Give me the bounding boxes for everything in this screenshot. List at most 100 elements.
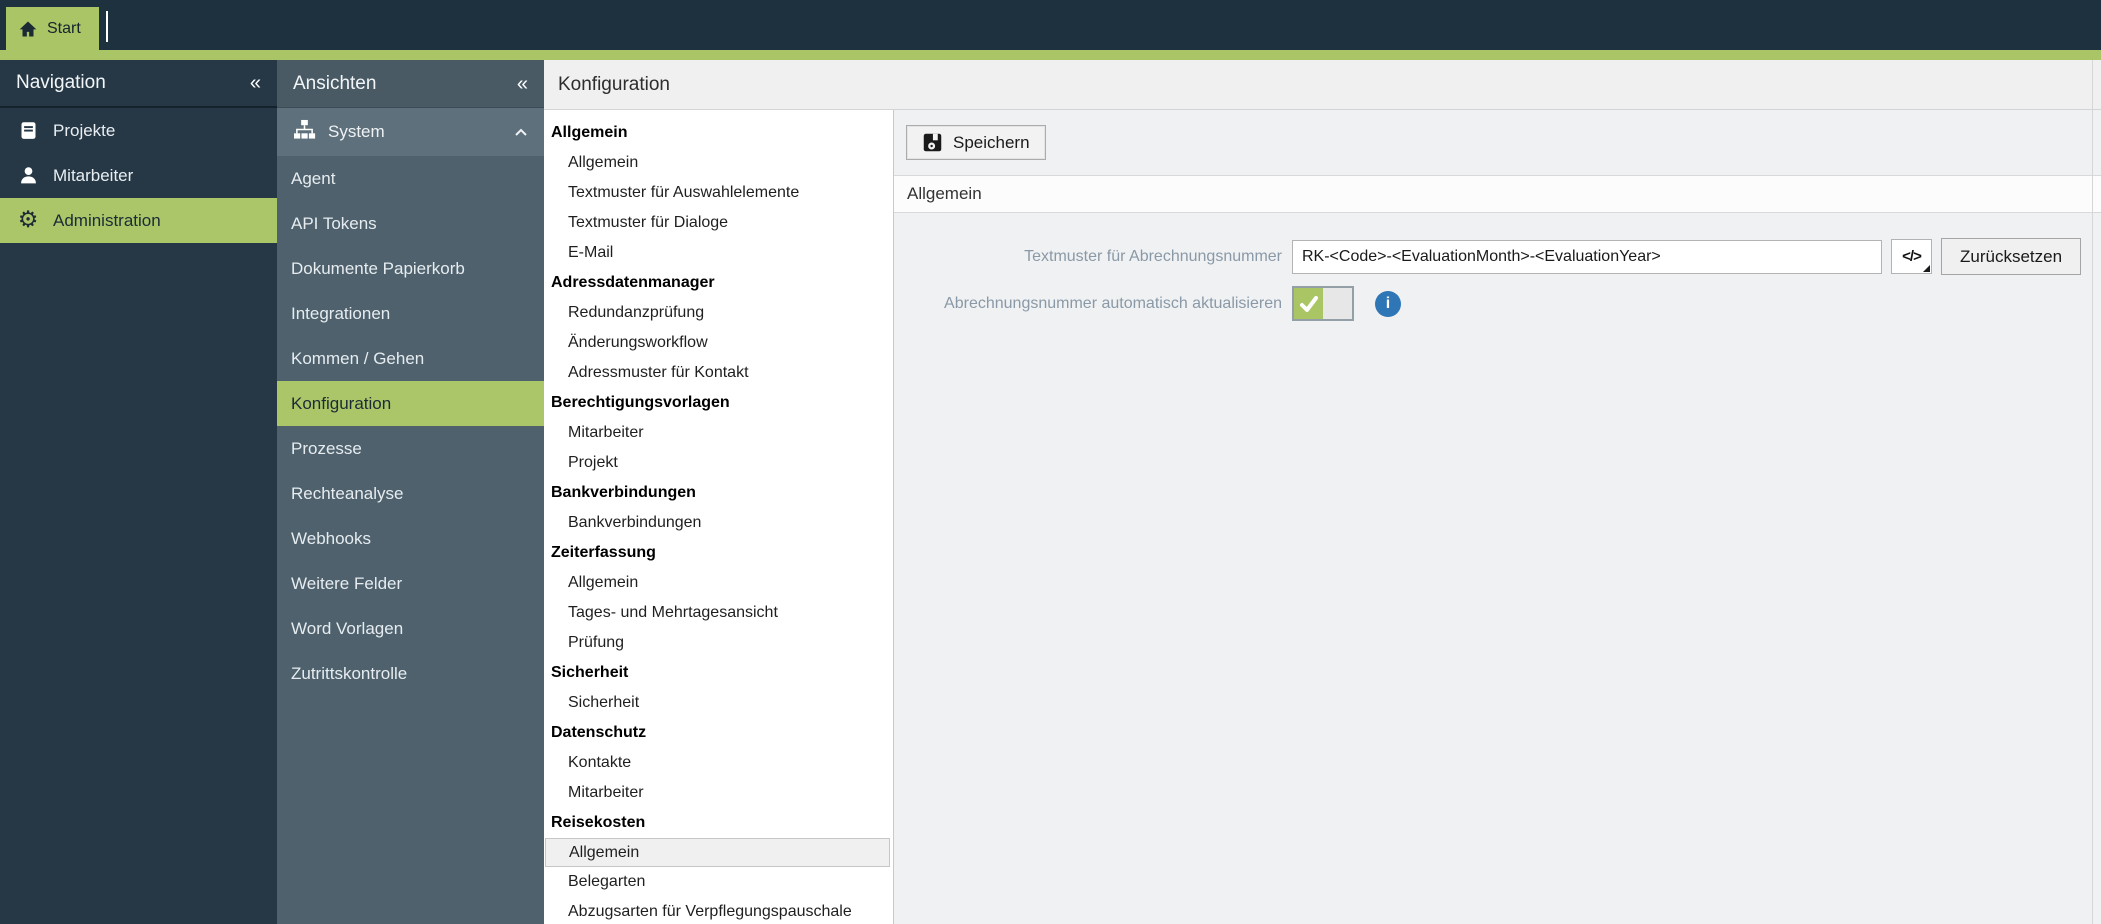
views-item-label: Zutrittskontrolle <box>291 663 408 683</box>
info-icon[interactable]: i <box>1375 290 1401 317</box>
home-icon <box>19 21 37 36</box>
views-item-rechteanalyse[interactable]: Rechteanalyse <box>277 471 544 516</box>
views-item-label: Weitere Felder <box>291 573 403 593</box>
right-edge-divider <box>2092 60 2093 924</box>
accent-strip <box>0 50 2101 60</box>
views-item-label: Konfiguration <box>291 393 392 413</box>
save-button[interactable]: Speichern <box>906 125 1046 160</box>
views-item-label: Dokumente Papierkorb <box>291 258 465 278</box>
sidebar-item-mitarbeiter[interactable]: Mitarbeiter <box>0 153 277 198</box>
sidebar-item-label: Projekte <box>53 120 116 140</box>
main-content: Speichern Allgemein Textmuster für Abrec… <box>894 110 2101 924</box>
pattern-input[interactable] <box>1292 239 1882 274</box>
tree-item[interactable]: Textmuster für Auswahlelemente <box>544 178 893 208</box>
views-panel: Ansichten « System Agent API Tokens Doku… <box>277 60 544 924</box>
toolbar: Speichern <box>894 110 2101 175</box>
gear-icon: ⚙ <box>17 207 39 233</box>
sidebar-item-label: Administration <box>53 210 161 230</box>
auto-update-toggle[interactable] <box>1292 286 1354 321</box>
tab-start[interactable]: Start <box>6 7 99 50</box>
chevron-up-icon[interactable] <box>514 122 528 142</box>
views-group-label: System <box>328 122 385 141</box>
tree-item[interactable]: Belegarten <box>544 867 893 897</box>
form-row-auto-update: Abrechnungsnummer automatisch aktualisie… <box>894 286 2101 321</box>
views-item-label: Agent <box>291 168 336 188</box>
auto-update-label: Abrechnungsnummer automatisch aktualisie… <box>944 294 1282 312</box>
views-item-label: Integrationen <box>291 303 391 323</box>
views-item-zutrittskontrolle[interactable]: Zutrittskontrolle <box>277 651 544 696</box>
tree-item[interactable]: Tages- und Mehrtagesansicht <box>544 598 893 628</box>
person-icon <box>16 165 40 186</box>
views-item-prozesse[interactable]: Prozesse <box>277 426 544 471</box>
collapse-left-icon[interactable]: « <box>250 73 261 93</box>
views-item-label: Prozesse <box>291 438 362 458</box>
tree-item[interactable]: Bankverbindungen <box>544 508 893 538</box>
tree-section: Datenschutz <box>551 724 647 741</box>
tree-section: Reisekosten <box>551 814 646 831</box>
section-header: Allgemein <box>894 175 2101 213</box>
settings-form: Textmuster für Abrechnungsnummer </> Zur… <box>894 213 2101 321</box>
navigation-header: Navigation « <box>0 60 277 108</box>
tree-item[interactable]: Redundanzprüfung <box>544 298 893 328</box>
tree-item[interactable]: Prüfung <box>544 628 893 658</box>
tree-item[interactable]: Allgemein <box>544 148 893 178</box>
tree-item[interactable]: Änderungsworkflow <box>544 328 893 358</box>
navigation-title: Navigation <box>16 72 106 93</box>
tree-item[interactable]: Textmuster für Dialoge <box>544 208 893 238</box>
tree-section: Sicherheit <box>551 664 629 681</box>
collapse-views-icon[interactable]: « <box>517 74 528 94</box>
tree-section: Allgemein <box>551 124 628 141</box>
form-row-pattern: Textmuster für Abrechnungsnummer </> Zur… <box>894 238 2101 275</box>
views-item-weitere-felder[interactable]: Weitere Felder <box>277 561 544 606</box>
toggle-on-half <box>1294 288 1323 319</box>
tree-item[interactable]: Abzugsarten für Verpflegungspauschale <box>544 897 893 924</box>
tree-item[interactable]: Allgemein <box>544 568 893 598</box>
config-tree: Allgemein Allgemein Textmuster für Auswa… <box>544 110 894 924</box>
tree-item[interactable]: Sicherheit <box>544 688 893 718</box>
check-icon <box>1299 295 1318 312</box>
code-placeholder-button[interactable]: </> <box>1891 239 1932 274</box>
pattern-label: Textmuster für Abrechnungsnummer <box>1024 247 1282 265</box>
book-icon <box>16 120 40 141</box>
views-item-agent[interactable]: Agent <box>277 156 544 201</box>
tree-item[interactable]: Kontakte <box>544 748 893 778</box>
views-item-konfiguration[interactable]: Konfiguration <box>277 381 544 426</box>
tab-start-label: Start <box>47 19 81 37</box>
tree-section: Berechtigungsvorlagen <box>551 394 730 411</box>
views-group-system[interactable]: System <box>277 108 544 156</box>
tree-item[interactable]: Mitarbeiter <box>544 778 893 808</box>
views-item-label: Rechteanalyse <box>291 483 404 503</box>
tree-item[interactable]: Mitarbeiter <box>544 418 893 448</box>
sidebar-item-label: Mitarbeiter <box>53 165 134 185</box>
reset-button[interactable]: Zurücksetzen <box>1941 238 2082 275</box>
top-tab-bar: Start <box>0 0 2101 50</box>
views-item-label: Webhooks <box>291 528 372 548</box>
views-item-api-tokens[interactable]: API Tokens <box>277 201 544 246</box>
save-button-label: Speichern <box>953 132 1030 152</box>
tree-section: Adressdatenmanager <box>551 274 715 291</box>
views-header: Ansichten « <box>277 60 544 108</box>
views-item-label: API Tokens <box>291 213 377 233</box>
tree-section: Zeiterfassung <box>551 544 656 561</box>
page-title: Konfiguration <box>544 60 2101 110</box>
views-title: Ansichten <box>293 72 377 94</box>
tab-cursor <box>106 11 108 42</box>
tree-item[interactable]: Adressmuster für Kontakt <box>544 358 893 388</box>
views-item-integrationen[interactable]: Integrationen <box>277 291 544 336</box>
views-item-label: Kommen / Gehen <box>291 348 425 368</box>
views-item-label: Word Vorlagen <box>291 618 404 638</box>
sidebar-item-projekte[interactable]: Projekte <box>0 108 277 153</box>
navigation-panel: Navigation « Projekte Mitarbeiter ⚙ Admi… <box>0 60 277 924</box>
tree-item[interactable]: Projekt <box>544 448 893 478</box>
views-item-dokumente-papierkorb[interactable]: Dokumente Papierkorb <box>277 246 544 291</box>
sidebar-item-administration[interactable]: ⚙ Administration <box>0 198 277 243</box>
tree-section: Bankverbindungen <box>551 484 696 501</box>
views-item-webhooks[interactable]: Webhooks <box>277 516 544 561</box>
tree-item-selected[interactable]: Allgemein <box>545 838 890 867</box>
save-icon <box>923 133 942 152</box>
app-window: Start Navigation « Projekte Mitarbeiter … <box>0 0 2101 924</box>
tree-item[interactable]: E-Mail <box>544 238 893 268</box>
views-item-word-vorlagen[interactable]: Word Vorlagen <box>277 606 544 651</box>
sitemap-icon <box>293 119 316 145</box>
views-item-kommen-gehen[interactable]: Kommen / Gehen <box>277 336 544 381</box>
